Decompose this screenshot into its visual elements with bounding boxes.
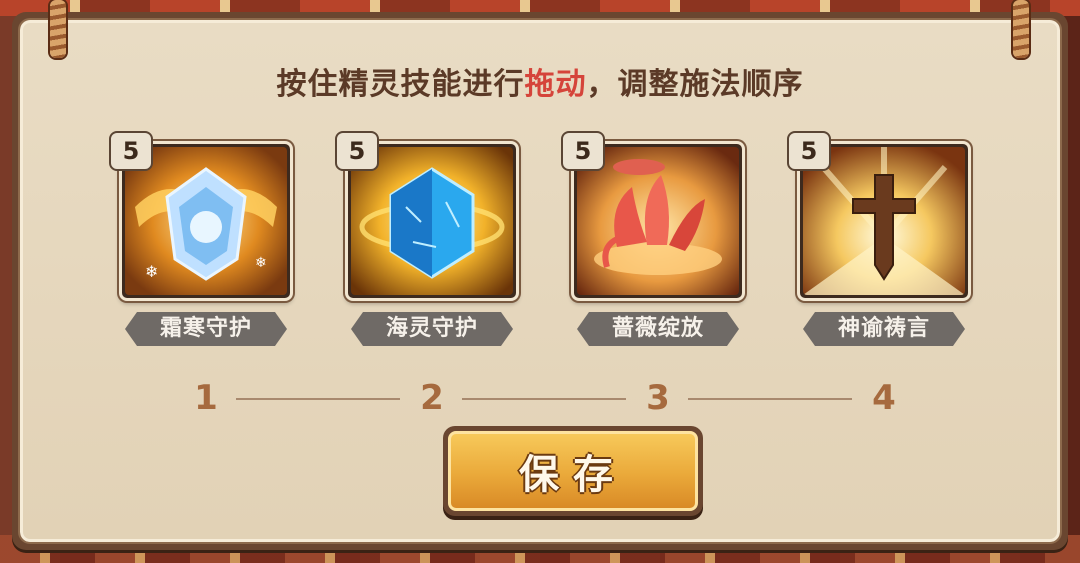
order-connector [688, 398, 852, 400]
skill-level-badge: 5 [561, 131, 605, 171]
order-number-4: 4 [872, 378, 896, 418]
skill-level-badge: 5 [109, 131, 153, 171]
svg-text:❄: ❄ [255, 255, 267, 271]
save-button-face: 保存 [448, 431, 698, 511]
skill-level-badge: 5 [787, 131, 831, 171]
hanging-rope-right [1013, 0, 1029, 58]
svg-text:❄: ❄ [145, 262, 158, 281]
instruction-suffix: ，调整施法顺序 [586, 67, 804, 102]
order-number-3: 3 [646, 378, 670, 418]
order-number-2: 2 [420, 378, 444, 418]
skill-name-label: 蔷薇绽放 [577, 312, 739, 346]
hanging-rope-left [50, 0, 66, 58]
instruction-highlight: 拖动 [524, 67, 587, 102]
order-connector [236, 398, 400, 400]
instruction-text: 按住精灵技能进行拖动，调整施法顺序 [23, 59, 1057, 103]
skill-name-label: 霜寒守护 [125, 312, 287, 346]
save-button[interactable]: 保存 [443, 426, 703, 516]
skill-name-label: 神谕祷言 [803, 312, 965, 346]
skill-name-label: 海灵守护 [351, 312, 513, 346]
cast-order-track: 1 2 3 4 [23, 378, 1057, 418]
instruction-prefix: 按住精灵技能进行 [276, 67, 525, 102]
order-connector [462, 398, 626, 400]
order-number-1: 1 [194, 378, 218, 418]
dialog-body: 按住精灵技能进行拖动，调整施法顺序 5 ❄ ❄ 霜寒守护 5 海灵守护 5 蔷薇… [18, 18, 1062, 544]
save-button-label: 保存 [519, 452, 627, 498]
skill-level-badge: 5 [335, 131, 379, 171]
skill-order-dialog: 按住精灵技能进行拖动，调整施法顺序 5 ❄ ❄ 霜寒守护 5 海灵守护 5 蔷薇… [12, 12, 1068, 550]
